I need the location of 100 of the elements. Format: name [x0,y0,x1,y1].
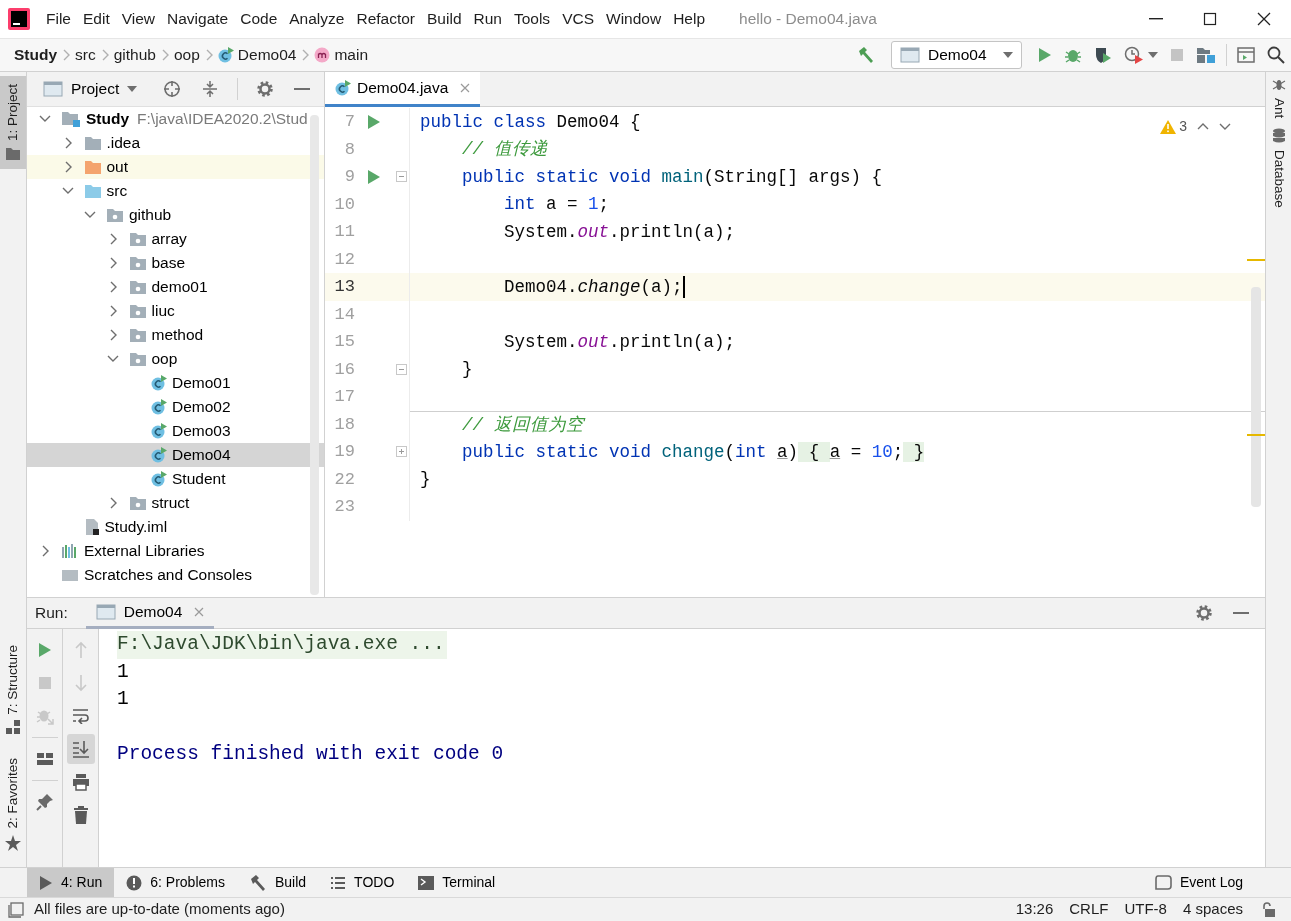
exclamation-icon [126,874,143,891]
tool-window-button[interactable]: TODO [318,868,407,897]
minimize-icon [294,87,310,91]
tree-item[interactable]: Scratches and Consoles [27,563,324,587]
status-item[interactable]: CRLF [1069,898,1109,921]
breadcrumb-link[interactable]: oop [173,43,200,67]
code-line: System.out.println(a); [503,330,736,354]
run-tab[interactable]: Demo04 [85,597,215,629]
tool-window-tab[interactable]: 7: Structure [0,636,26,743]
next-button[interactable] [1219,121,1231,132]
menu-item[interactable]: View [115,7,162,31]
class-icon [151,423,167,439]
console-line: Process finished with exit code 0 [117,742,504,765]
ant-icon [1271,78,1286,92]
line-number: 9 [343,166,355,188]
play-icon [37,642,52,658]
previous-button[interactable] [1197,121,1209,132]
menu-item[interactable]: File [40,7,77,31]
tool-window-tab[interactable]: Database [1266,122,1291,213]
chevron-up-icon [1197,121,1209,132]
breadcrumb-link[interactable]: Study [14,43,58,67]
settings-icon [1195,604,1213,622]
fold-minus-icon[interactable] [395,171,407,183]
package-icon [128,279,147,295]
tree-item[interactable]: Demo04 [27,443,324,467]
tool-window-tab[interactable]: 2: Favorites [0,750,26,859]
folder-grid-icon [1196,46,1216,64]
code-line: System.out.println(a); [503,220,736,244]
tree-item[interactable]: out [27,155,324,179]
status-item[interactable]: 13:26 [1015,898,1054,921]
scrollbar[interactable] [310,115,319,595]
stop-icon [1170,48,1184,62]
fold-minus-icon[interactable] [395,363,407,375]
warning-icon [1160,119,1177,134]
run-gutter-icon[interactable] [367,168,381,185]
code-line: public static void change(int a) { a = 10; } [461,440,925,464]
menu-item[interactable]: Tools [507,7,557,31]
soft-wrap-icon [71,708,90,724]
file-icon [83,518,100,536]
editor-tab[interactable]: Demo04.java [325,72,481,107]
menu-item[interactable]: Refactor [350,7,422,31]
locate-icon [163,80,181,98]
panel-label: Run: [35,603,68,624]
code-line: public class Demo04 { [420,110,641,134]
tree-item[interactable]: .idea [27,131,324,155]
run-gutter-icon[interactable] [367,113,381,130]
tool-window-button[interactable]: 4: Run [27,868,115,897]
menu-item[interactable]: VCS [556,7,600,31]
breadcrumb-link[interactable]: main [314,43,369,67]
package-icon [128,495,147,511]
breadcrumb-link[interactable]: github [113,43,156,67]
scratch-icon [61,569,79,581]
close-icon [460,83,471,93]
run-config-dropdown[interactable]: Demo04 [891,41,1022,69]
class-icon [151,471,167,487]
breadcrumb-link[interactable]: src [75,43,96,67]
scrollbar[interactable] [1251,287,1261,507]
warning-count[interactable]: 3 [1160,116,1187,137]
line-number: 23 [333,496,355,518]
code-line: int a = 1; [503,193,610,217]
tree-item[interactable]: External Libraries [27,539,324,563]
line-number: 12 [333,248,355,271]
line-number: 11 [333,221,355,243]
line-number: 18 [333,413,355,436]
status-item[interactable]: UTF-8 [1124,898,1167,921]
status-item[interactable]: 4 spaces [1182,898,1243,921]
menu-item[interactable]: Help [667,7,712,31]
menu-item[interactable]: Run [467,7,508,31]
menu-item[interactable]: Code [234,7,284,31]
menu-item[interactable]: Analyze [283,7,351,31]
play-icon [1038,47,1052,63]
chevron-right-icon [61,49,72,61]
database-icon [1271,128,1286,145]
tool-window-button[interactable]: 6: Problems [114,868,237,897]
tool-window-button[interactable]: Terminal [406,868,508,897]
menu-item[interactable]: Navigate [161,7,235,31]
package-icon [128,327,147,343]
line-number: 15 [333,331,355,353]
line-number: 22 [333,468,355,491]
breadcrumb-link[interactable]: Demo04 [217,43,297,67]
structure-icon [6,720,20,735]
fold-plus-icon[interactable] [395,446,407,458]
scroll-end-button[interactable] [66,734,95,764]
tool-window-tab[interactable]: 1: Project [0,76,26,170]
window-icon [1237,47,1255,63]
menu-item[interactable]: Window [600,7,668,31]
code-line: public static void main(String[] args) { [461,165,883,189]
close-icon [1256,11,1272,27]
method-icon [314,47,331,63]
tool-window-tab[interactable]: Ant [1266,72,1291,123]
class-icon [335,80,351,96]
menu-item[interactable]: Build [421,7,468,31]
caret-icon [127,86,138,92]
tool-window-button[interactable]: Build [236,868,319,897]
app-logo-icon [8,8,30,30]
line-number: 19 [333,441,355,463]
event-log-button[interactable]: Event Log [1141,868,1255,897]
menu-item[interactable]: Edit [77,7,116,31]
tree-item[interactable]: src [27,179,324,203]
chevron-down-icon [106,354,119,364]
